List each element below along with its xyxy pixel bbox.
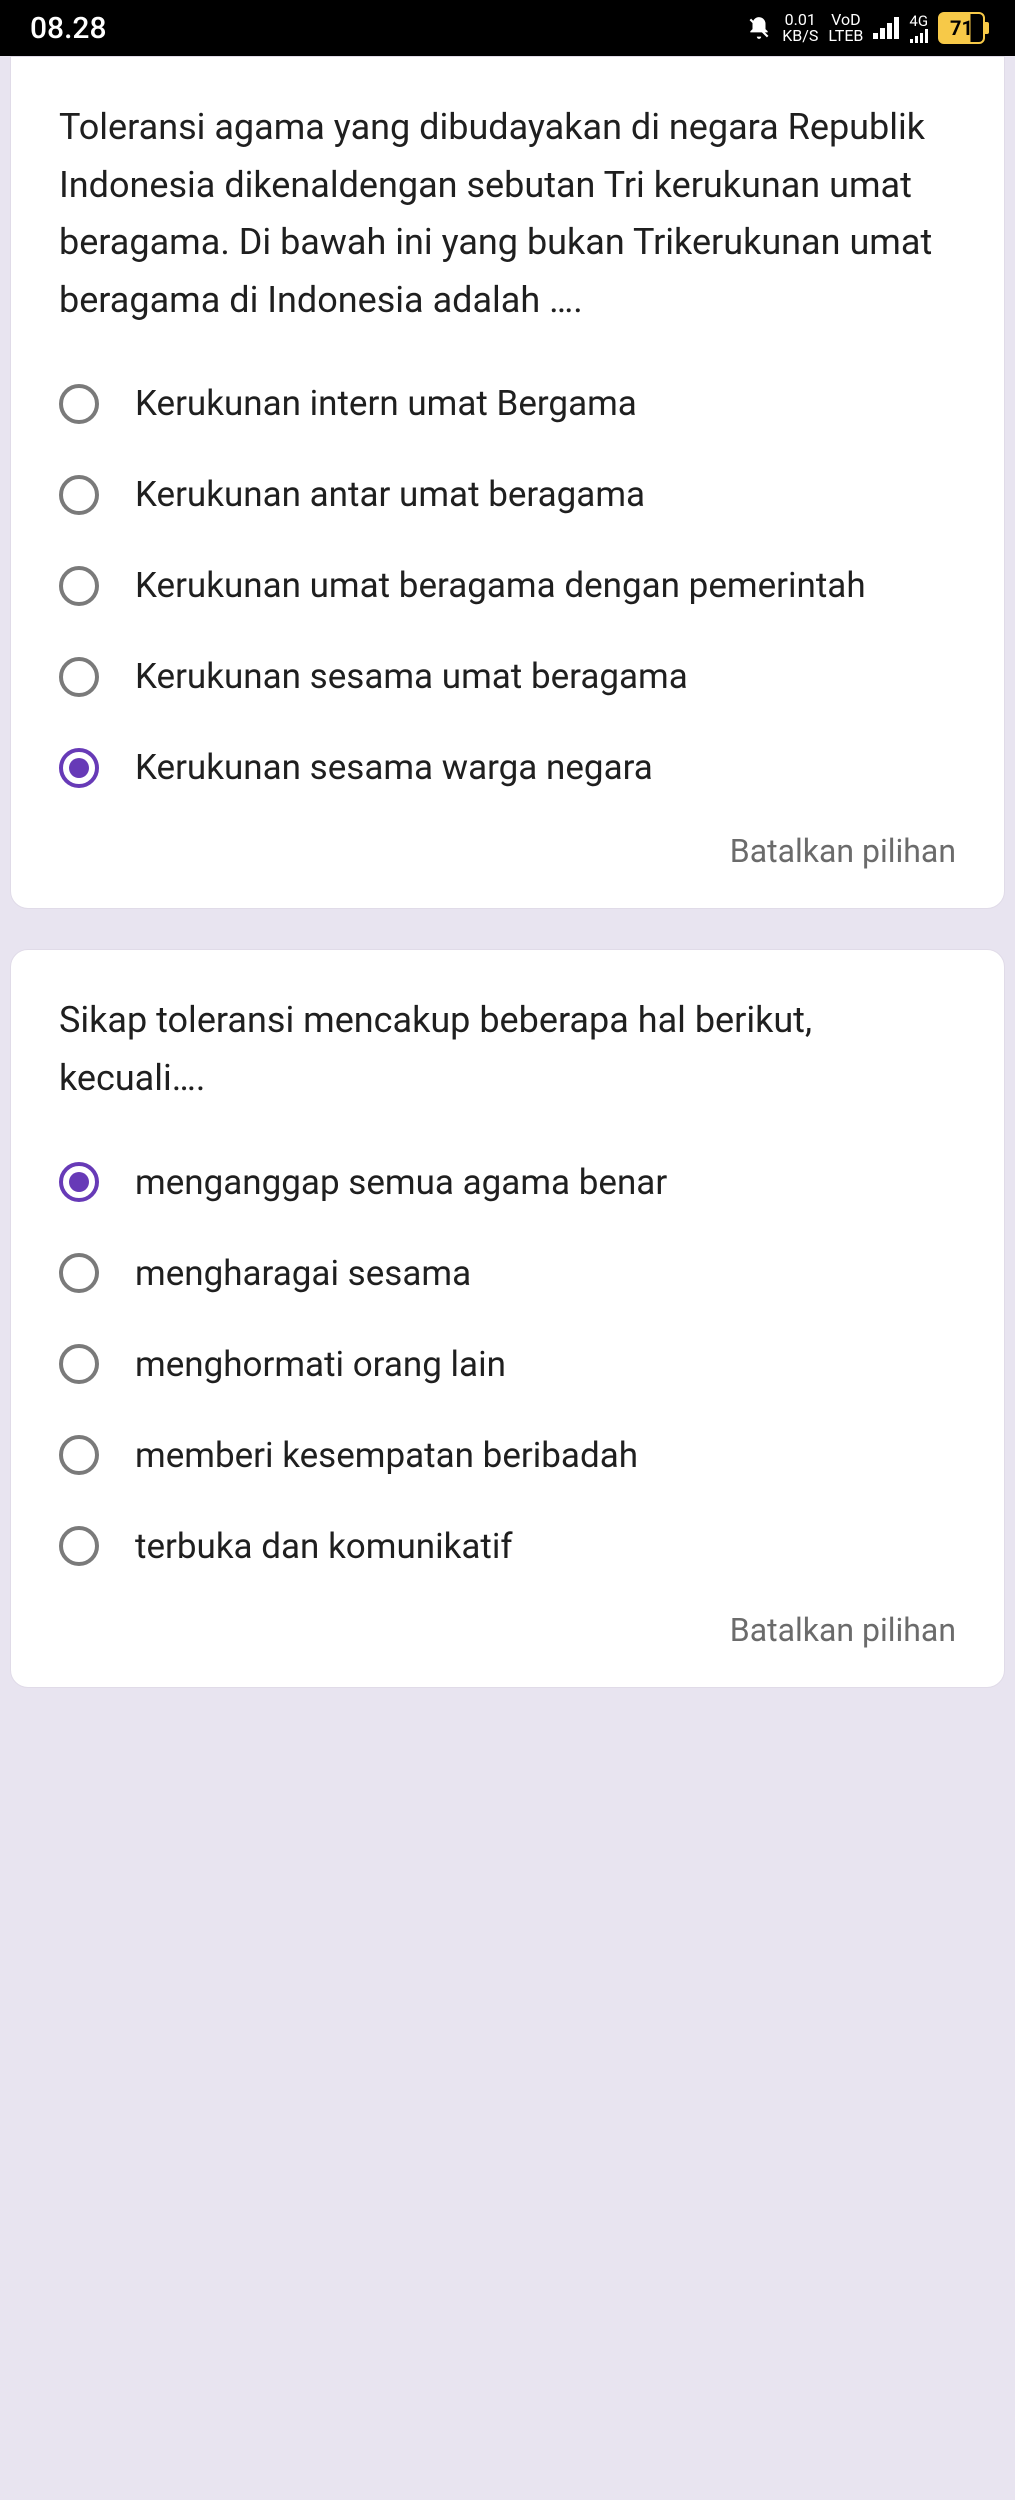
signal-icon [873,17,899,39]
option-label: Kerukunan umat beragama dengan pemerinta… [135,561,866,610]
options-list: menganggap semua agama benar mengharagai… [59,1158,956,1571]
radio-option[interactable]: Kerukunan sesama umat beragama [59,652,956,701]
option-label: Kerukunan sesama warga negara [135,743,653,792]
vod-indicator: VoD LTEB [828,12,863,44]
option-label: terbuka dan komunikatif [135,1522,513,1571]
radio-icon [59,657,99,697]
question-card: Toleransi agama yang dibudayakan di nega… [10,56,1005,909]
radio-option[interactable]: Kerukunan umat beragama dengan pemerinta… [59,561,956,610]
radio-option[interactable]: menghormati orang lain [59,1340,956,1389]
clear-selection-button[interactable]: Batalkan pilihan [59,832,956,870]
option-label: menganggap semua agama benar [135,1158,667,1207]
question-text: Sikap toleransi mencakup beberapa hal be… [59,992,956,1107]
option-label: mengharagai sesama [135,1249,471,1298]
radio-icon [59,1435,99,1475]
question-text: Toleransi agama yang dibudayakan di nega… [59,99,956,329]
radio-icon [59,475,99,515]
radio-icon [59,1162,99,1202]
option-label: Kerukunan antar umat beragama [135,470,645,519]
options-list: Kerukunan intern umat Bergama Kerukunan … [59,379,956,792]
radio-icon [59,1526,99,1566]
radio-option[interactable]: menganggap semua agama benar [59,1158,956,1207]
data-speed-indicator: 0.01 KB/S [782,12,818,44]
battery-indicator: 71 [938,12,985,44]
option-label: menghormati orang lain [135,1340,506,1389]
status-bar: 08.28 0.01 KB/S VoD LTEB 4G 71 [0,0,1015,56]
radio-option[interactable]: Kerukunan antar umat beragama [59,470,956,519]
radio-icon [59,384,99,424]
network-4g-icon: 4G [909,14,928,43]
radio-icon [59,1344,99,1384]
radio-option[interactable]: Kerukunan intern umat Bergama [59,379,956,428]
radio-option[interactable]: terbuka dan komunikatif [59,1522,956,1571]
radio-option[interactable]: memberi kesempatan beribadah [59,1431,956,1480]
option-label: Kerukunan sesama umat beragama [135,652,688,701]
radio-icon [59,748,99,788]
form-content: Toleransi agama yang dibudayakan di nega… [0,56,1015,1688]
status-indicators: 0.01 KB/S VoD LTEB 4G 71 [746,12,985,44]
radio-option[interactable]: Kerukunan sesama warga negara [59,743,956,792]
status-time: 08.28 [30,11,107,46]
notification-muted-icon [746,15,772,41]
radio-icon [59,566,99,606]
option-label: Kerukunan intern umat Bergama [135,379,637,428]
radio-icon [59,1253,99,1293]
option-label: memberi kesempatan beribadah [135,1431,638,1480]
question-card: Sikap toleransi mencakup beberapa hal be… [10,949,1005,1687]
clear-selection-button[interactable]: Batalkan pilihan [59,1611,956,1649]
radio-option[interactable]: mengharagai sesama [59,1249,956,1298]
